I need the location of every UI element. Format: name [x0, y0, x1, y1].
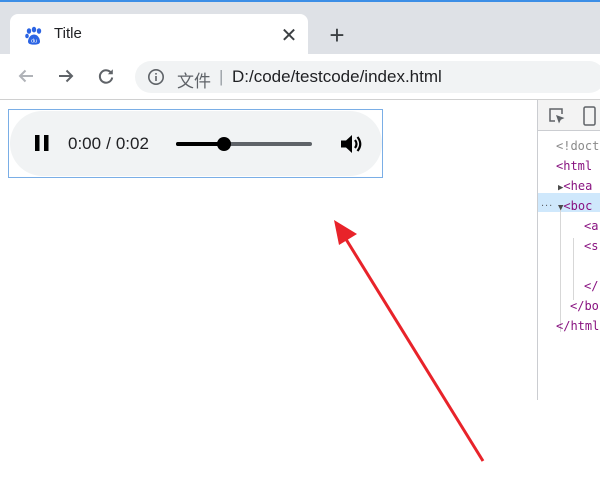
reload-button[interactable] — [93, 63, 119, 89]
file-scheme-label: 文件 — [177, 72, 211, 91]
baidu-paw-favicon: du — [25, 26, 42, 45]
tab-close-icon[interactable]: ✕ — [278, 24, 300, 47]
current-time: 0:00 — [68, 134, 102, 153]
devtools-panel: ... <!doct <html ▶<hea ▼<boc <a <s </ </… — [537, 100, 600, 400]
tree-node[interactable]: </ — [584, 276, 598, 296]
svg-text:du: du — [31, 39, 37, 45]
tree-node[interactable]: <html — [556, 156, 592, 176]
tree-node[interactable]: ▼<boc — [558, 196, 592, 216]
volume-icon[interactable] — [338, 131, 364, 157]
time-separator: / — [106, 134, 111, 153]
tree-node[interactable]: ▶<hea — [558, 176, 592, 196]
tree-node[interactable]: </html — [556, 316, 599, 336]
more-options-dots[interactable]: ... — [541, 197, 553, 209]
pause-icon — [35, 135, 49, 151]
reload-icon — [98, 69, 114, 84]
browser-toolbar: 文件 | D:/code/testcode/index.html — [0, 54, 600, 100]
tree-guide-line — [573, 238, 574, 300]
tree-node-label: <hea — [563, 179, 593, 193]
annotation-arrow — [334, 220, 485, 462]
page-viewport: 0:00/0:02 — [0, 100, 537, 462]
pause-button[interactable] — [31, 132, 53, 154]
devtools-toolbar — [538, 100, 600, 131]
new-tab-button[interactable]: + — [324, 22, 350, 48]
browser-tab[interactable]: du Title ✕ — [10, 14, 308, 56]
tab-title: Title — [54, 25, 82, 42]
back-arrow-icon — [18, 69, 33, 83]
info-icon[interactable] — [147, 68, 165, 86]
duration: 0:02 — [115, 134, 149, 153]
device-toolbar-icon[interactable] — [582, 106, 598, 126]
inspect-element-icon[interactable] — [548, 107, 566, 125]
tree-node[interactable]: <a — [584, 216, 598, 236]
progress-thumb[interactable] — [216, 137, 231, 151]
tree-node[interactable]: <s — [584, 236, 598, 256]
url-text[interactable]: D:/code/testcode/index.html — [232, 67, 442, 87]
address-separator: | — [219, 67, 224, 86]
tree-guide-line — [560, 206, 561, 332]
back-button[interactable] — [13, 63, 39, 89]
forward-arrow-icon — [59, 69, 74, 83]
progress-slider[interactable] — [176, 137, 312, 151]
forward-button[interactable] — [53, 63, 79, 89]
tree-node[interactable]: </bo — [570, 296, 599, 316]
address-bar[interactable]: 文件 | D:/code/testcode/index.html — [135, 61, 600, 93]
time-display: 0:00/0:02 — [68, 134, 149, 154]
tree-node[interactable]: <!doct — [556, 136, 599, 156]
tree-node-label: <boc — [563, 199, 593, 213]
audio-player[interactable]: 0:00/0:02 — [10, 111, 382, 176]
tab-strip: du Title ✕ + — [0, 0, 600, 56]
